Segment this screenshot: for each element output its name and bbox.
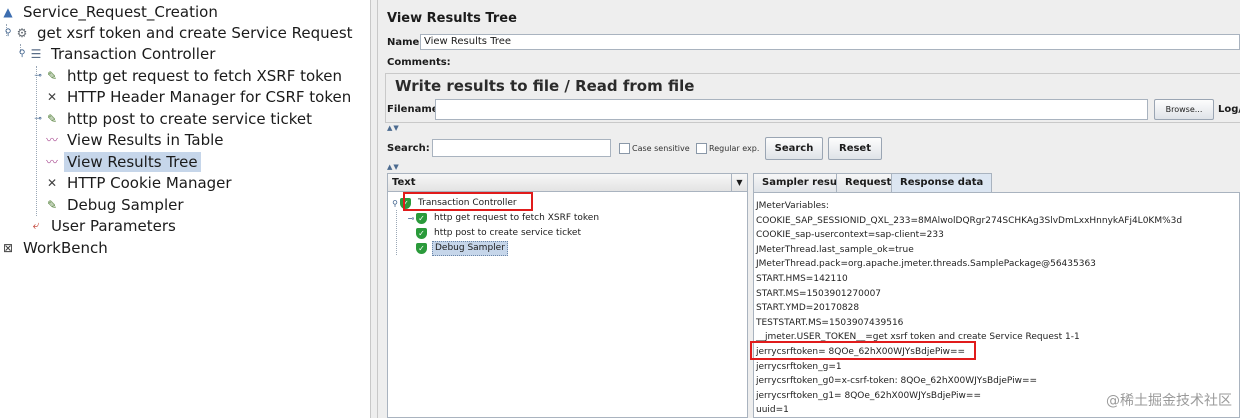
sampler-icon: ✎ [46, 197, 58, 212]
tree-item-debug-sampler[interactable]: ✎ Debug Sampler [44, 194, 187, 215]
results-item-debug-sampler[interactable]: ✓ Debug Sampler [416, 241, 508, 256]
panel-title: View Results Tree [387, 11, 517, 26]
expand-toggle-icon[interactable]: ⚲ [16, 49, 28, 59]
filename-input[interactable] [435, 99, 1148, 120]
tree-item-user-parameters[interactable]: ⤶ User Parameters [28, 215, 179, 236]
results-item-http-post[interactable]: ✓ http post to create service ticket [416, 226, 583, 241]
thread-group-icon: ⚙ [16, 25, 28, 40]
response-data-area[interactable]: JMeterVariables: COOKIE_SAP_SESSIONID_QX… [753, 192, 1240, 418]
tree-item-label: WorkBench [23, 238, 108, 257]
tree-item-transaction-controller[interactable]: ⚲ ☰ Transaction Controller [16, 43, 218, 64]
results-tree-header-label: Text [392, 177, 416, 188]
browse-button[interactable]: Browse... [1154, 99, 1214, 120]
results-item-label: http post to create service ticket [434, 228, 581, 238]
tree-item-label: Transaction Controller [51, 44, 216, 63]
tree-item-http-get[interactable]: ⊸ ✎ http get request to fetch XSRF token [32, 65, 345, 86]
test-plan-tree: ▲ Service_Request_Creation ⚲ ⚙ get xsrf … [0, 0, 370, 418]
expand-toggle-icon[interactable]: ⊸ [32, 71, 44, 81]
success-shield-icon: ✓ [416, 243, 427, 254]
config-icon: ✕ [46, 175, 58, 190]
tree-item-thread-group[interactable]: ⚲ ⚙ get xsrf token and create Service Re… [2, 22, 356, 43]
tree-item-http-post[interactable]: ⊸ ✎ http post to create service ticket [32, 108, 315, 129]
expand-toggle-icon[interactable]: ⚲ [2, 28, 14, 38]
pre-processor-icon: ⤶ [32, 218, 40, 232]
tree-item-workbench[interactable]: ⊠ WorkBench [0, 237, 111, 258]
comments-label: Comments: [387, 57, 451, 68]
name-label: Name: [387, 37, 424, 48]
reset-button[interactable]: Reset [828, 137, 882, 160]
response-line: START.HMS=142110 [756, 273, 848, 284]
tree-item-label: View Results in Table [67, 130, 224, 149]
results-item-http-get[interactable]: ⊸ ✓ http get request to fetch XSRF token [406, 211, 601, 226]
regular-exp-label: Regular exp. [709, 144, 760, 153]
tree-item-service-request-creation[interactable]: ▲ Service_Request_Creation [0, 1, 221, 22]
regular-exp-checkbox[interactable] [696, 143, 707, 154]
case-sensitive-checkbox[interactable] [619, 143, 630, 154]
response-line: TESTSTART.MS=1503907439516 [756, 317, 904, 328]
log-label: Log/I [1218, 104, 1240, 115]
response-line: COOKIE_SAP_SESSIONID_QXL_233=8MAlwolDQRg… [756, 215, 1183, 226]
tree-item-label: HTTP Cookie Manager [67, 173, 232, 192]
tab-response-data[interactable]: Response data [891, 173, 993, 192]
file-group-title: Write results to file / Read from file [393, 77, 697, 95]
response-line: JMeterVariables: [756, 201, 829, 211]
search-button[interactable]: Search [765, 137, 823, 160]
split-pane-divider[interactable] [370, 0, 378, 418]
response-line: jerrycsrftoken_g0=x-csrf-token: 8QOe_62h… [756, 376, 1038, 387]
tree-item-cookie-manager[interactable]: ✕ HTTP Cookie Manager [44, 172, 235, 193]
highlight-box [750, 341, 976, 360]
tree-item-label: User Parameters [51, 216, 176, 235]
expand-toggle-icon[interactable]: ⊸ [32, 114, 44, 124]
expand-toggle-icon[interactable]: ⚲ [390, 199, 400, 208]
tree-item-label: HTTP Header Manager for CSRF token [67, 87, 352, 106]
renderer-dropdown-icon[interactable]: ▼ [731, 174, 747, 191]
response-line: START.YMD=20170828 [756, 303, 860, 314]
tree-item-label: http post to create service ticket [67, 109, 312, 128]
response-line: COOKIE_sap-usercontext=sap-client=233 [756, 230, 944, 241]
search-label: Search: [387, 143, 430, 154]
tree-item-view-results-table[interactable]: 〰 View Results in Table [44, 129, 227, 150]
sampler-icon: ✎ [46, 68, 58, 83]
search-input[interactable] [432, 139, 611, 157]
tree-connector [396, 210, 397, 255]
listener-icon: 〰 [45, 155, 58, 169]
response-line: JMeterThread.pack=org.apache.jmeter.thre… [756, 259, 1096, 270]
collapse-arrows-icon[interactable]: ▲▼ [387, 124, 400, 132]
config-icon: ✕ [46, 89, 58, 104]
tree-item-label: get xsrf token and create Service Reques… [37, 23, 353, 42]
results-tree-header[interactable]: Text ▼ [388, 174, 747, 192]
expand-toggle-icon[interactable]: ⊸ [406, 214, 416, 223]
highlight-box [403, 192, 533, 211]
tree-item-header-manager[interactable]: ✕ HTTP Header Manager for CSRF token [44, 86, 354, 107]
collapse-arrows-icon[interactable]: ▲▼ [387, 163, 400, 171]
response-line: START.MS=1503901270007 [756, 288, 882, 299]
success-shield-icon: ✓ [416, 213, 427, 224]
tree-item-label: http get request to fetch XSRF token [67, 66, 343, 85]
tree-item-view-results-tree[interactable]: 〰 View Results Tree [44, 151, 201, 172]
case-sensitive-label: Case sensitive [632, 144, 690, 153]
name-input[interactable]: View Results Tree [420, 34, 1240, 50]
test-plan-icon: ▲ [3, 4, 13, 19]
filename-label: Filename [387, 104, 439, 115]
listener-icon: 〰 [45, 133, 58, 147]
results-item-label: Debug Sampler [432, 241, 508, 256]
view-results-tree-panel: View Results Tree Name: View Results Tre… [378, 0, 1240, 418]
controller-icon: ☰ [30, 46, 42, 61]
tree-item-label: View Results Tree [64, 151, 201, 172]
success-shield-icon: ✓ [416, 228, 427, 239]
results-item-label: http get request to fetch XSRF token [434, 213, 600, 223]
tree-item-label: Debug Sampler [67, 195, 184, 214]
tree-item-label: Service_Request_Creation [23, 2, 218, 21]
response-line: JMeterThread.last_sample_ok=true [756, 244, 914, 255]
response-line: jerrycsrftoken_g=1 [756, 361, 842, 372]
workbench-icon: ⊠ [2, 240, 14, 255]
tree-connector [36, 66, 37, 216]
watermark: @稀土掘金技术社区 [1106, 393, 1232, 409]
sampler-icon: ✎ [46, 111, 58, 126]
